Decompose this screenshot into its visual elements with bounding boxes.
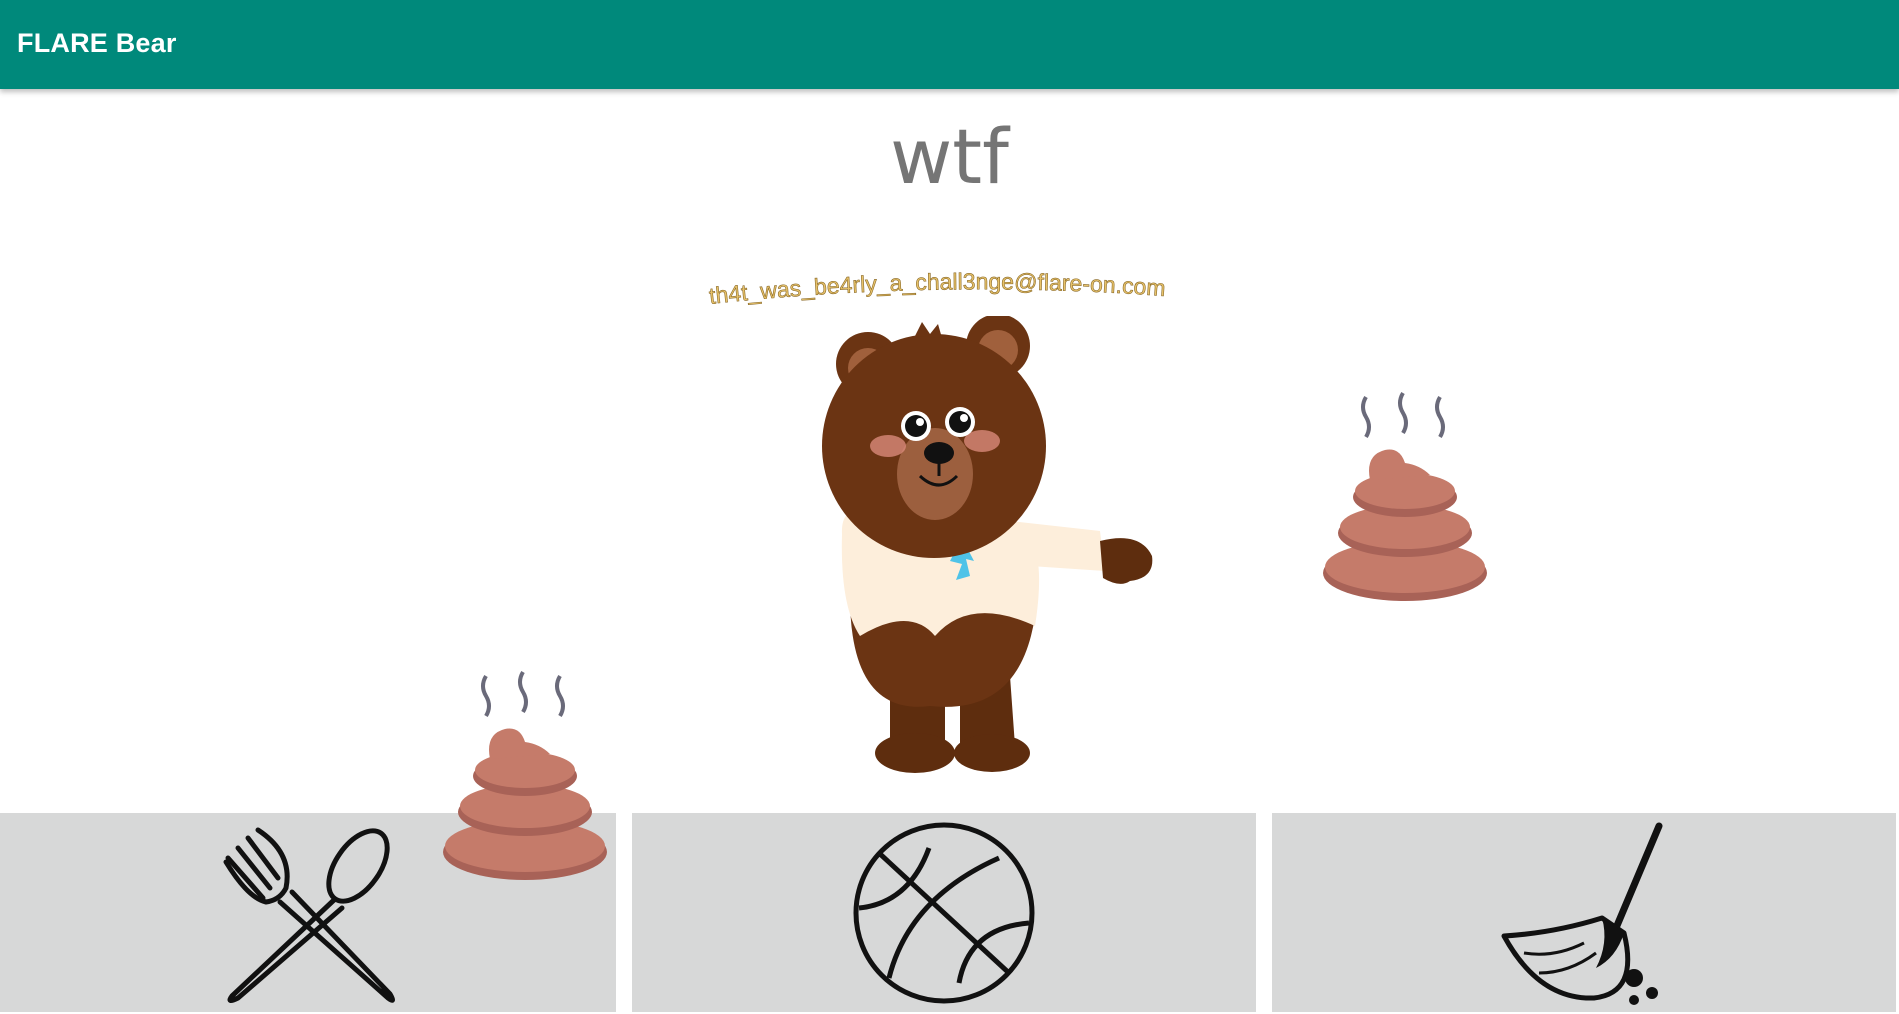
clean-button[interactable]	[1272, 813, 1896, 1012]
flag-text: th4t_was_be4rly_a_chall3nge@flare-on.com	[708, 268, 1167, 309]
flag-text-path: th4t_was_be4rly_a_chall3nge@flare-on.com	[707, 268, 1166, 309]
broom-icon	[1501, 822, 1663, 1005]
poop-icon	[443, 670, 607, 880]
poop-icon	[1323, 391, 1487, 601]
play-button[interactable]	[632, 813, 1256, 1012]
app-title: FLARE Bear	[17, 28, 177, 58]
fork-spoon-icon	[223, 827, 396, 1003]
basketball-icon	[853, 822, 1035, 1003]
bear-image[interactable]	[820, 316, 1160, 776]
app-bar: FLARE Bear	[0, 0, 1899, 89]
mood-text: wtf	[890, 112, 1009, 201]
